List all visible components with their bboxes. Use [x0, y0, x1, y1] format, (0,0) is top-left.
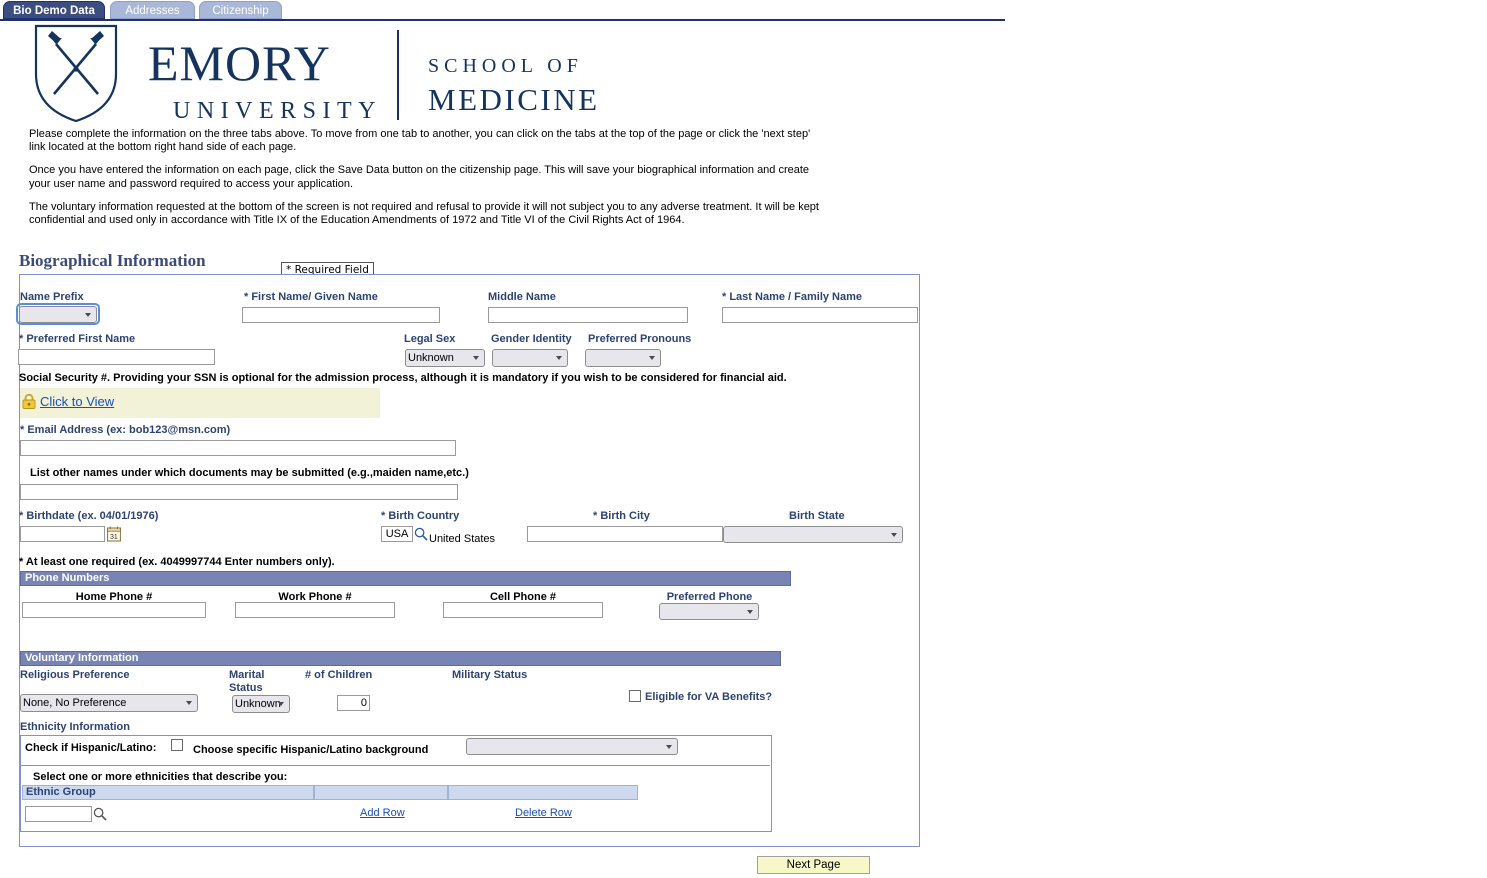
crossed-torches-shield-icon: [34, 24, 118, 122]
label-preferred-phone: Preferred Phone: [666, 591, 753, 603]
marital-status-select[interactable]: Unknown: [232, 695, 290, 713]
page-title: Biographical Information: [19, 251, 206, 270]
legal-sex-dropdown-wrap[interactable]: Unknown: [405, 349, 485, 367]
birth-city-input[interactable]: [527, 526, 723, 542]
name-prefix-select[interactable]: [19, 306, 97, 323]
label-birthdate: * Birthdate (ex. 04/01/1976): [19, 510, 159, 522]
label-religious-preference: Religious Preference: [20, 669, 130, 681]
logo-university-text: UNIVERSITY: [173, 98, 382, 122]
preferred-first-name-input[interactable]: [18, 349, 215, 365]
ethnicity-divider: [20, 765, 770, 766]
phone-required-note: * At least one required (ex. 4049997744 …: [19, 556, 335, 568]
label-first-name: * First Name/ Given Name: [244, 291, 378, 303]
cell-phone-input[interactable]: [443, 602, 603, 618]
label-last-name: * Last Name / Family Name: [722, 291, 863, 303]
birth-country-resolved-text: United States: [429, 533, 496, 545]
birth-country-input[interactable]: [381, 526, 413, 542]
birthdate-input[interactable]: [20, 526, 105, 542]
ssn-click-to-view-link[interactable]: Click to View: [40, 394, 114, 409]
label-number-of-children: # of Children: [305, 669, 373, 681]
tab-addresses[interactable]: Addresses: [110, 1, 195, 19]
preferred-pronouns-select[interactable]: [585, 349, 661, 367]
label-marital-status: Marital Status: [229, 669, 265, 694]
last-name-input[interactable]: [722, 307, 918, 323]
label-birth-state: Birth State: [789, 510, 845, 522]
preferred-pronouns-dropdown-wrap[interactable]: [585, 349, 661, 367]
ethnicity-information-header: Ethnicity Information: [20, 721, 130, 733]
grid-column-3: [448, 785, 638, 800]
logo-emory-text: EMORY: [148, 35, 331, 91]
name-prefix-dropdown-wrap[interactable]: [19, 306, 97, 323]
voluntary-information-section-header: Voluntary Information: [20, 651, 781, 666]
hispanic-latino-checkbox[interactable]: [171, 739, 183, 751]
ssn-note: Social Security #. Providing your SSN is…: [19, 372, 787, 384]
label-select-ethnicities: Select one or more ethnicities that desc…: [33, 771, 288, 783]
label-hispanic-background: Choose specific Hispanic/Latino backgrou…: [193, 744, 429, 756]
svg-text:31: 31: [110, 534, 118, 541]
label-military-status: Military Status: [452, 669, 528, 681]
hispanic-background-dropdown-wrap[interactable]: [466, 738, 678, 755]
label-legal-sex: Legal Sex: [404, 333, 456, 345]
calendar-icon[interactable]: 31: [107, 526, 121, 542]
tab-bio-demo-data[interactable]: Bio Demo Data: [3, 1, 105, 19]
number-of-children-input[interactable]: [337, 695, 370, 711]
label-birth-country: * Birth Country: [381, 510, 460, 522]
va-benefits-checkbox[interactable]: [629, 690, 641, 702]
label-other-names: List other names under which documents m…: [30, 467, 469, 479]
tab-bar: Bio Demo Data Addresses Citizenship: [0, 0, 1005, 21]
email-input[interactable]: [20, 440, 456, 456]
add-row-link[interactable]: Add Row: [360, 807, 405, 819]
work-phone-input[interactable]: [235, 602, 395, 618]
middle-name-input[interactable]: [488, 307, 688, 323]
emory-school-of-medicine-logo: EMORY UNIVERSITY SCHOOL OF MEDICINE: [30, 22, 610, 122]
intro-paragraph-3: The voluntary information requested at t…: [29, 200, 819, 227]
label-va-benefits: Eligible for VA Benefits?: [645, 691, 773, 703]
ethnic-group-input[interactable]: [25, 806, 92, 822]
intro-instructions: Please complete the information on the t…: [29, 128, 829, 237]
legal-sex-select[interactable]: Unknown: [405, 349, 485, 367]
tab-bar-underline: [0, 19, 1005, 21]
birth-state-dropdown-wrap[interactable]: [723, 526, 903, 543]
preferred-phone-dropdown-wrap[interactable]: [659, 603, 759, 620]
phone-numbers-section-header: Phone Numbers: [20, 571, 791, 586]
marital-status-dropdown-wrap[interactable]: Unknown: [232, 695, 290, 713]
gender-identity-select[interactable]: [492, 349, 568, 367]
other-names-input[interactable]: [20, 484, 458, 500]
tab-label: Citizenship: [212, 5, 269, 17]
logo-school-of-text: SCHOOL OF: [428, 55, 583, 77]
label-name-prefix: Name Prefix: [20, 291, 84, 303]
birth-state-select[interactable]: [723, 526, 903, 543]
gender-identity-dropdown-wrap[interactable]: [492, 349, 568, 367]
tab-label: Addresses: [125, 5, 180, 17]
intro-paragraph-1: Please complete the information on the t…: [29, 128, 811, 154]
tab-citizenship[interactable]: Citizenship: [199, 1, 282, 19]
label-preferred-first-name: * Preferred First Name: [19, 333, 136, 345]
hispanic-background-select[interactable]: [466, 738, 678, 755]
label-email: * Email Address (ex: bob123@msn.com): [20, 424, 231, 436]
grid-column-2: [314, 785, 448, 800]
label-gender-identity: Gender Identity: [491, 333, 572, 345]
magnifier-icon[interactable]: [93, 807, 107, 821]
magnifier-icon[interactable]: [414, 527, 428, 541]
preferred-phone-select[interactable]: [659, 603, 759, 620]
next-page-button[interactable]: Next Page: [757, 856, 870, 874]
label-check-hispanic-latino: Check if Hispanic/Latino:: [25, 742, 157, 754]
delete-row-link[interactable]: Delete Row: [515, 807, 572, 819]
label-birth-city: * Birth City: [593, 510, 650, 522]
religious-preference-select[interactable]: None, No Preference: [20, 694, 198, 712]
tab-label: Bio Demo Data: [13, 5, 95, 17]
label-preferred-pronouns: Preferred Pronouns: [588, 333, 692, 345]
label-middle-name: Middle Name: [488, 291, 556, 303]
logo-medicine-text: MEDICINE: [428, 82, 600, 117]
intro-paragraph-2: Once you have entered the information on…: [29, 164, 810, 190]
religious-preference-dropdown-wrap[interactable]: None, No Preference: [20, 694, 198, 712]
grid-column-ethnic-group: Ethnic Group: [22, 785, 314, 800]
home-phone-input[interactable]: [22, 602, 206, 618]
lock-icon: [22, 394, 36, 409]
first-name-input[interactable]: [242, 307, 440, 323]
